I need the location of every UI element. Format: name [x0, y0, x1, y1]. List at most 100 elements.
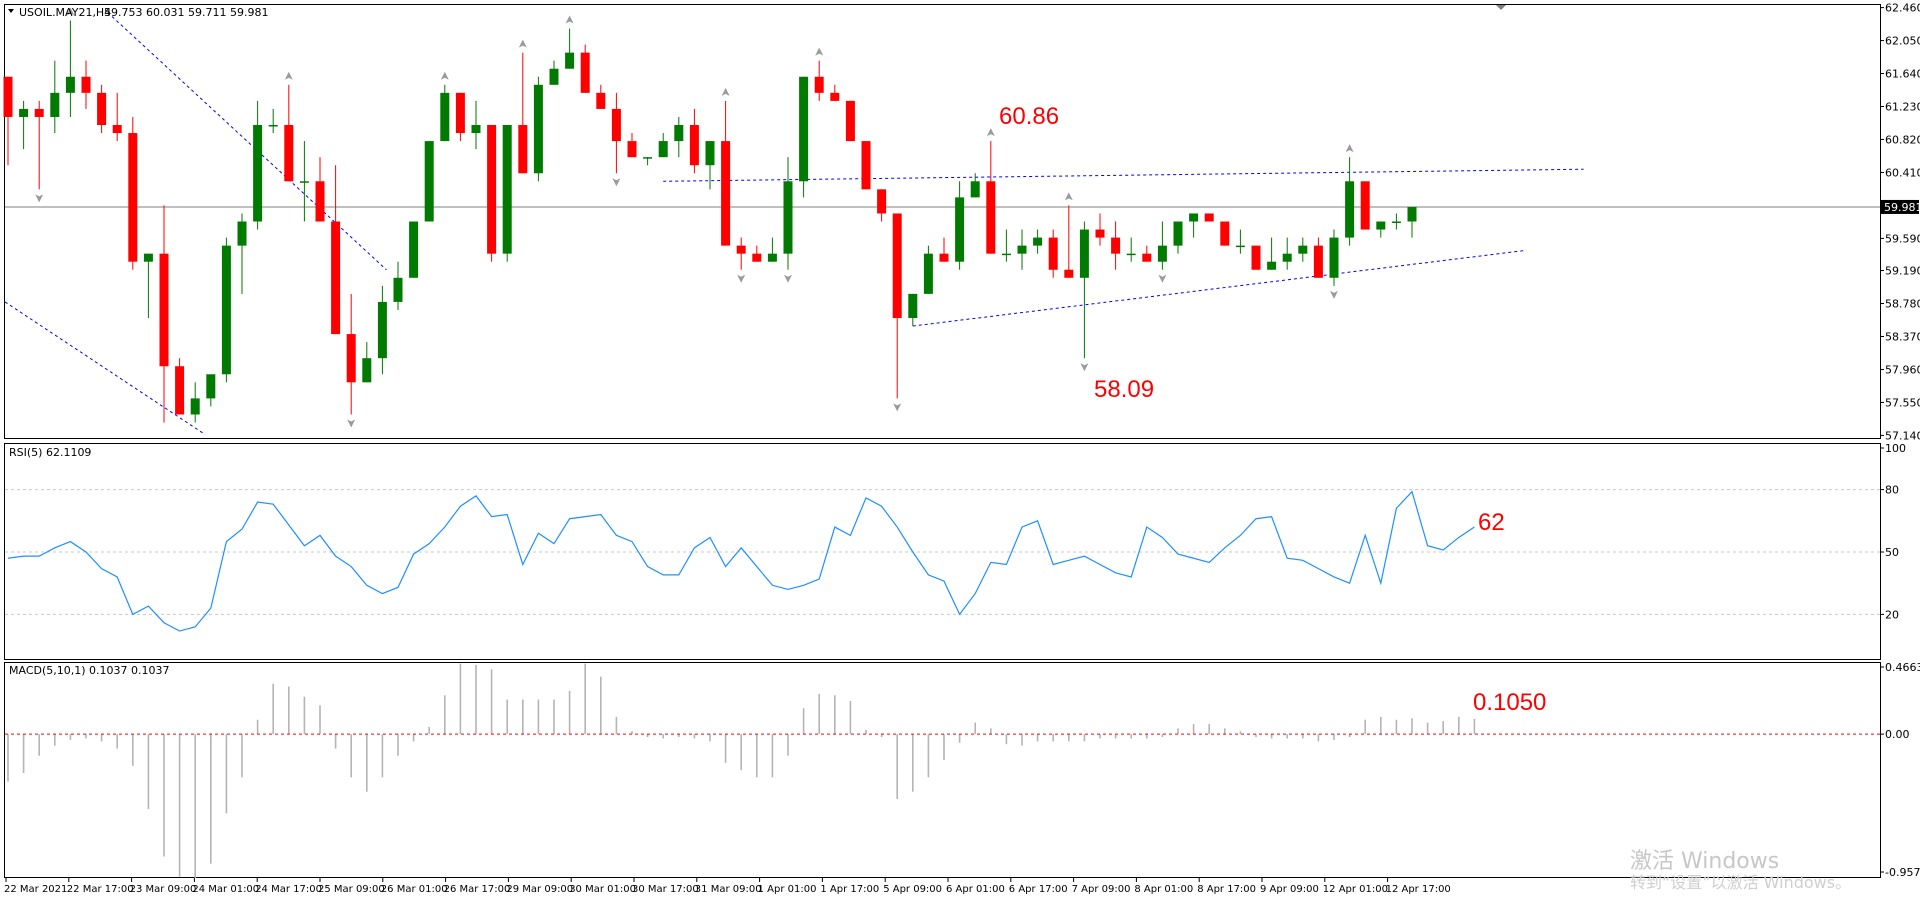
candle[interactable]	[112, 125, 122, 134]
candle[interactable]	[783, 181, 793, 254]
candle[interactable]	[1189, 213, 1199, 222]
candle[interactable]	[1157, 245, 1167, 262]
candle[interactable]	[471, 125, 481, 134]
candle[interactable]	[736, 245, 746, 254]
macd-panel[interactable]	[4, 662, 1881, 878]
candle[interactable]	[346, 334, 356, 383]
candle[interactable]	[767, 253, 777, 262]
candle[interactable]	[1407, 206, 1417, 222]
candle[interactable]	[955, 197, 965, 262]
candle[interactable]	[1360, 181, 1370, 230]
candle[interactable]	[1329, 237, 1339, 278]
price-tick-label: 62.050	[1885, 35, 1920, 48]
candle[interactable]	[877, 189, 887, 214]
candle[interactable]	[190, 398, 200, 415]
candle[interactable]	[253, 125, 263, 222]
time-label: 22 Mar 17:00	[67, 884, 134, 895]
candle[interactable]	[1033, 237, 1043, 246]
candle[interactable]	[1048, 237, 1058, 270]
price-panel[interactable]	[4, 4, 1881, 439]
candle[interactable]	[221, 245, 231, 375]
candle[interactable]	[393, 277, 403, 302]
candle[interactable]	[362, 358, 372, 383]
trading-chart[interactable]: 62.460 62.050 61.640 61.230 60.820 60.410 59.9…	[0, 0, 1920, 900]
candle[interactable]	[237, 221, 247, 246]
candle[interactable]	[1126, 253, 1136, 256]
candle[interactable]	[1298, 245, 1308, 254]
candle[interactable]	[814, 76, 824, 93]
candle[interactable]	[409, 221, 419, 278]
candle[interactable]	[658, 141, 668, 158]
candle[interactable]	[424, 141, 434, 222]
candle[interactable]	[1204, 213, 1214, 222]
candle[interactable]	[440, 92, 450, 142]
candle[interactable]	[175, 366, 185, 415]
candle[interactable]	[611, 108, 621, 142]
candle[interactable]	[299, 181, 309, 183]
candle[interactable]	[596, 92, 606, 109]
candle[interactable]	[705, 141, 715, 166]
candle[interactable]	[1267, 261, 1277, 270]
candle[interactable]	[845, 100, 855, 142]
candle[interactable]	[1235, 245, 1245, 248]
candle[interactable]	[689, 125, 699, 166]
candle[interactable]	[1111, 237, 1121, 254]
candle[interactable]	[1220, 221, 1230, 246]
candle[interactable]	[81, 76, 91, 93]
candle[interactable]	[1345, 181, 1355, 238]
candle[interactable]	[3, 76, 13, 117]
candle[interactable]	[1001, 253, 1011, 256]
candle[interactable]	[565, 52, 575, 69]
candle[interactable]	[1142, 253, 1152, 262]
candle[interactable]	[986, 181, 996, 254]
candle[interactable]	[1079, 229, 1089, 278]
candle[interactable]	[315, 181, 325, 222]
candle[interactable]	[143, 253, 153, 262]
candle[interactable]	[487, 125, 497, 254]
candle[interactable]	[721, 141, 731, 246]
candle[interactable]	[1391, 221, 1401, 224]
candle[interactable]	[627, 141, 637, 158]
candle[interactable]	[580, 52, 590, 93]
candle[interactable]	[830, 92, 840, 101]
candle[interactable]	[65, 76, 75, 93]
candle[interactable]	[97, 92, 107, 126]
candle[interactable]	[34, 108, 44, 117]
price-tick-label: 57.140	[1885, 429, 1920, 442]
candle[interactable]	[799, 76, 809, 182]
candle[interactable]	[19, 108, 29, 117]
candle[interactable]	[206, 374, 216, 399]
candle[interactable]	[908, 293, 918, 318]
candle[interactable]	[970, 181, 980, 198]
time-label: 29 Mar 09:00	[506, 884, 573, 895]
candle[interactable]	[861, 141, 871, 190]
candle[interactable]	[518, 125, 528, 174]
candle[interactable]	[1313, 245, 1323, 278]
candle[interactable]	[1095, 229, 1105, 238]
candle[interactable]	[674, 125, 684, 142]
candle[interactable]	[284, 125, 294, 182]
candle[interactable]	[159, 253, 169, 367]
candle[interactable]	[1251, 245, 1261, 270]
candle[interactable]	[268, 125, 278, 127]
candle[interactable]	[50, 92, 60, 117]
candle[interactable]	[1017, 245, 1027, 254]
candle[interactable]	[455, 92, 465, 134]
candle[interactable]	[549, 68, 559, 85]
candle[interactable]	[939, 253, 949, 262]
candle[interactable]	[923, 253, 933, 294]
candle[interactable]	[533, 84, 543, 174]
candle[interactable]	[1282, 253, 1292, 262]
price-tick-label: 59.190	[1885, 265, 1920, 278]
candle[interactable]	[643, 157, 653, 159]
candle[interactable]	[1376, 221, 1386, 230]
candle[interactable]	[1173, 221, 1183, 246]
candle[interactable]	[752, 253, 762, 262]
candle[interactable]	[377, 301, 387, 359]
candle[interactable]	[1064, 269, 1074, 278]
candle[interactable]	[331, 221, 341, 335]
candle[interactable]	[892, 213, 902, 318]
candle[interactable]	[502, 125, 512, 254]
time-label: 30 Mar 01:00	[569, 884, 636, 895]
candle[interactable]	[128, 133, 138, 262]
